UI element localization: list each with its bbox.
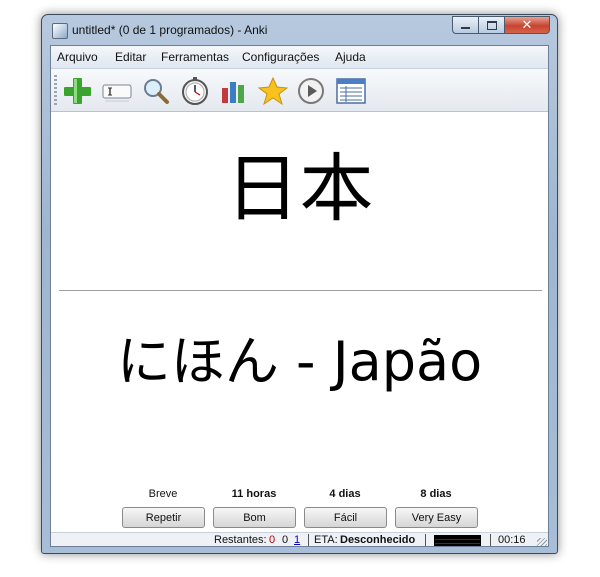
menu-editar[interactable]: Editar [115,50,146,64]
minimize-button[interactable] [452,16,479,34]
interval-repetir: Breve [148,488,178,500]
status-separator [308,534,309,546]
graphs-button[interactable] [218,76,250,106]
card-view: 日本 にほん - Japão [51,112,548,482]
card-question: 日本 [225,146,374,232]
add-icon [64,78,91,104]
eta-value: Desconhecido [340,534,416,546]
search-icon [144,79,169,104]
remaining-label: Restantes: [214,534,267,546]
search-button[interactable] [140,76,172,106]
browse-button[interactable] [335,76,367,106]
maximize-button[interactable] [479,16,505,34]
menu-bar: Arquivo Editar Ferramentas Configurações… [51,46,548,69]
resize-grip-icon[interactable] [537,538,547,546]
graph-icon [222,82,244,103]
edit-button[interactable] [101,76,133,106]
very-easy-button[interactable]: Very Easy [395,507,478,528]
toolbar [51,69,548,112]
card-answer: にほん - Japão [116,330,483,393]
status-separator [425,534,426,546]
menu-ajuda[interactable]: Ajuda [335,50,366,64]
toolbar-grip[interactable] [54,75,57,105]
facil-button[interactable]: Fácil [304,507,387,528]
status-separator [490,534,491,546]
menu-configuracoes[interactable]: Configurações [242,50,319,64]
add-button[interactable] [61,76,93,106]
maximize-icon [486,20,497,30]
repetir-button[interactable]: Repetir [122,507,205,528]
status-bar: Restantes: 0 0 1 ETA: Desconhecido 00:16 [51,532,548,546]
remaining-review-count: 0 [282,534,289,546]
app-window: untitled* (0 de 1 programados) - Anki ✕ … [41,14,558,554]
close-button[interactable]: ✕ [505,16,550,34]
mark-button[interactable] [257,76,289,106]
interval-very-easy: 8 dias [420,488,452,500]
edit-field-icon [102,84,132,102]
window-controls: ✕ [452,16,550,34]
elapsed-time: 00:16 [498,534,526,546]
interval-bom: 11 horas [231,488,277,500]
answer-divider [59,290,542,291]
play-icon [298,78,324,104]
close-icon: ✕ [521,17,533,33]
star-icon [257,76,289,106]
window-title: untitled* (0 de 1 programados) - Anki [72,23,268,37]
replay-button[interactable] [295,76,327,106]
progress-bar [434,535,481,546]
timer-button[interactable] [179,76,211,106]
bom-button[interactable]: Bom [213,507,296,528]
minimize-icon [461,27,470,29]
card-list-icon [336,78,366,104]
main-area: Arquivo Editar Ferramentas Configurações… [50,45,549,547]
title-bar[interactable]: untitled* (0 de 1 programados) - Anki ✕ [42,15,557,45]
menu-ferramentas[interactable]: Ferramentas [161,50,229,64]
eta-label: ETA: [314,534,338,546]
interval-facil: 4 dias [329,488,361,500]
app-icon [52,23,68,39]
timer-icon [182,77,208,105]
remaining-failed-count: 0 [269,534,276,546]
menu-arquivo[interactable]: Arquivo [57,50,98,64]
remaining-new-count: 1 [294,534,301,546]
